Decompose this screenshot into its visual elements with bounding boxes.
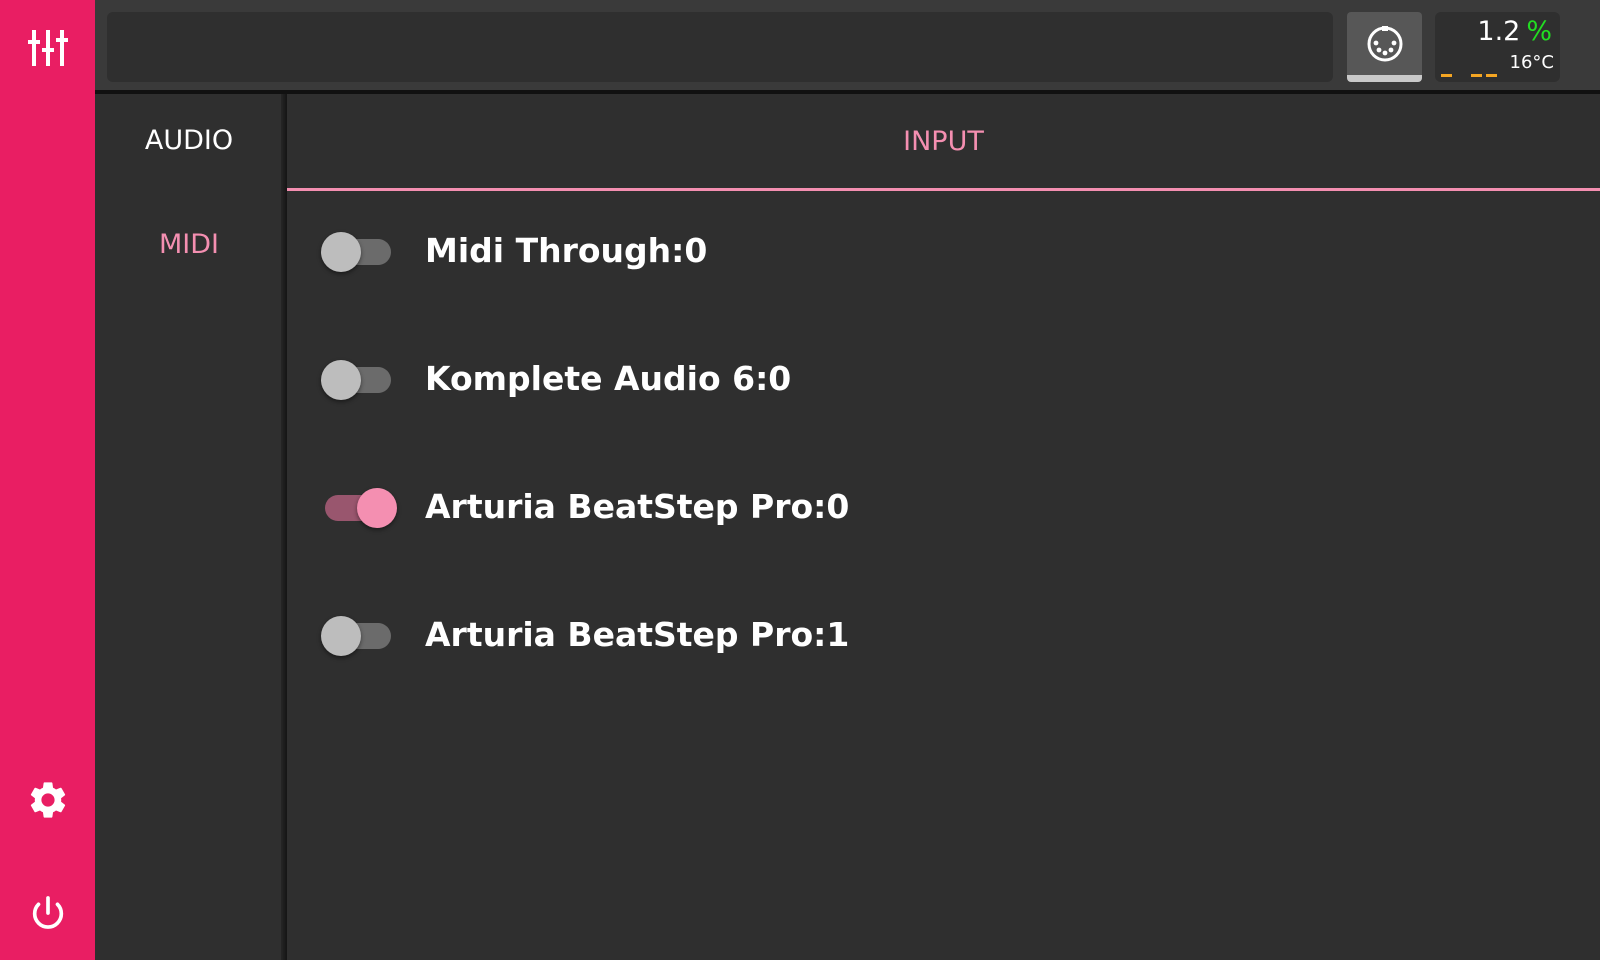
toggle-thumb [321,232,361,272]
cpu-load-unit: % [1526,16,1552,47]
tab-underline [287,188,1600,191]
power-icon [32,896,63,929]
mixer-button[interactable] [0,8,95,88]
port-toggle-arturia-beatstep-pro-1[interactable] [321,615,393,656]
toggle-thumb [321,360,361,400]
settings-button[interactable] [0,760,95,840]
gear-icon [30,782,65,818]
cpu-temp-meter: 1.2% 16°C [1435,12,1560,82]
subnav-item-midi[interactable]: MIDI [95,219,283,269]
port-row: Midi Through:0 [287,211,1600,291]
port-toggle-komplete-audio-6-0[interactable] [321,359,393,400]
mixer-sliders-icon [27,30,68,66]
cpu-load-value: 1.2 [1477,16,1521,47]
temperature-readout: 16°C [1509,52,1554,73]
status-field[interactable] [107,12,1333,82]
port-label: Arturia BeatStep Pro:1 [425,615,850,654]
port-toggle-arturia-beatstep-pro-0[interactable] [321,487,397,528]
top-bar: 1.2% 16°C [95,0,1600,90]
left-rail [0,0,95,960]
port-row: Komplete Audio 6:0 [287,339,1600,419]
port-toggle-midi-through-0[interactable] [321,231,393,272]
midi-din-connector-icon [1367,25,1402,61]
toggle-thumb [321,616,361,656]
toggle-thumb [357,488,397,528]
port-label: Midi Through:0 [425,231,708,270]
power-button[interactable] [0,873,95,953]
cpu-load: 1.2% [1477,16,1552,48]
port-row: Arturia BeatStep Pro:1 [287,595,1600,675]
midi-button[interactable] [1347,12,1422,82]
main-content: INPUT Midi Through:0 Komplete Audio 6:0 … [287,94,1600,960]
subnav-item-audio[interactable]: AUDIO [95,115,283,165]
sub-navigation: AUDIO MIDI [95,94,283,960]
port-row: Arturia BeatStep Pro:0 [287,467,1600,547]
port-label: Komplete Audio 6:0 [425,359,792,398]
tab-input[interactable]: INPUT [287,94,1600,188]
port-label: Arturia BeatStep Pro:0 [425,487,850,526]
